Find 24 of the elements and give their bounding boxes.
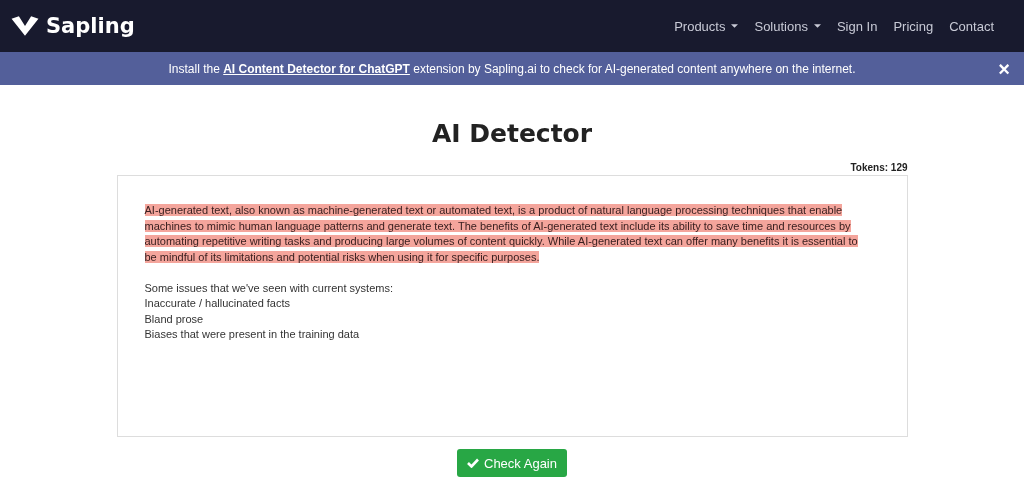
banner-text: Install the AI Content Detector for ChatGPT extension by Sapling.ai to check for AI-generated content anywhere on the internet. (168, 61, 856, 76)
editor-text: Biases that were present in the training data (144, 328, 360, 340)
caret-icon (813, 24, 821, 28)
highlighted-text: automating repetitive writing tasks and producing large volumes of content quickly. While AI-generated text can offer many benefits it is essential to (144, 235, 858, 247)
nav-link[interactable]: Pricing (893, 18, 934, 34)
nav-link[interactable]: Sign In (836, 18, 878, 34)
token-count: Tokens: 129 (850, 162, 908, 173)
highlighted-text: AI-generated text, also known as machine-generated text or automated text, is a product of natural language processing techniques that enable (144, 204, 843, 216)
nav-link[interactable]: Contact (949, 18, 994, 34)
editor-text: Some issues that we've seen with current systems: (144, 281, 393, 294)
highlighted-text: machines to mimic human language patterns and generate text. The benefits of AI-generated text include its ability to save time and resources by (144, 219, 851, 232)
caret-icon (731, 24, 739, 28)
nav-link[interactable]: Products (674, 18, 739, 34)
nav-link[interactable]: Solutions (754, 18, 821, 34)
extension-link[interactable]: AI Content Detector for ChatGPT (223, 61, 410, 76)
highlighted-text: be mindful of its limitations and potential risks when using it for specific purposes. (144, 250, 540, 263)
text-editor[interactable] (116, 175, 908, 437)
editor-text: Bland prose (144, 312, 204, 325)
logo-icon (10, 15, 40, 37)
close-button[interactable]: × (994, 59, 1014, 79)
editor-text: Inaccurate / hallucinated facts (144, 297, 291, 309)
page-title: AI Detector (431, 119, 593, 148)
brand-name[interactable]: Sapling (46, 14, 135, 38)
check-icon (467, 458, 479, 468)
